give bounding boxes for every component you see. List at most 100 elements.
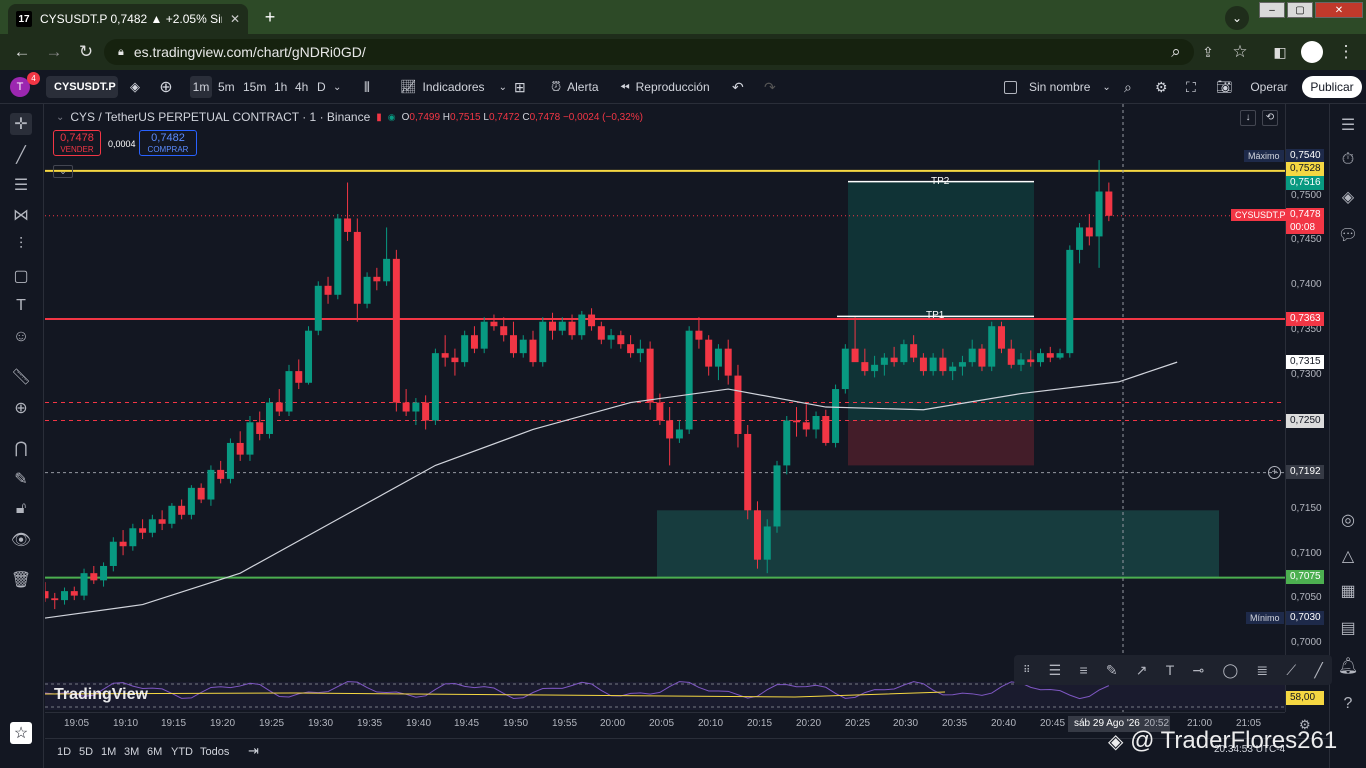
close-window-button[interactable]: ✕	[1315, 2, 1363, 18]
trade-button[interactable]: Operar	[1244, 76, 1294, 98]
sell-button[interactable]: 0,7478 VENDER	[53, 130, 101, 156]
target-icon[interactable]: ◎	[1337, 509, 1359, 531]
url-field[interactable]: 🔒︎ es.tradingview.com/chart/gNDRi0GD/	[104, 39, 1194, 65]
time-tick-label: 19:25	[259, 718, 285, 729]
chevron-down-icon[interactable]: ⌄	[56, 112, 64, 123]
range-1d[interactable]: 1D	[57, 746, 71, 758]
text-icon[interactable]: T	[1166, 662, 1175, 678]
scroll-to-end-icon[interactable]: ↓	[1240, 110, 1256, 126]
reload-icon[interactable]: ↻	[76, 42, 96, 62]
drag-handle-icon[interactable]: ⠿	[1023, 665, 1030, 676]
parallel-channel-icon[interactable]: ≡	[1079, 662, 1087, 678]
range-1m[interactable]: 1M	[101, 746, 116, 758]
redo-icon[interactable]: ↷	[764, 76, 776, 98]
browser-menu-icon[interactable]: ⋮	[1336, 42, 1356, 62]
brush-icon[interactable]: ✎	[1106, 662, 1118, 679]
candle-body	[236, 442, 244, 455]
range-ytd[interactable]: YTD	[171, 746, 193, 758]
shapes-icon[interactable]: ▢	[10, 265, 32, 287]
interval-4h[interactable]: 4h	[295, 76, 308, 98]
templates-icon[interactable]: ⊞	[514, 76, 526, 98]
favorites-star-icon[interactable]: ☆	[10, 722, 32, 744]
tab-search-icon[interactable]: ⌄	[1225, 6, 1249, 30]
price-chart[interactable]	[45, 104, 1285, 712]
sidebar-panel-icon[interactable]: ◧	[1270, 42, 1290, 62]
undo-icon[interactable]: ↶	[732, 76, 744, 98]
compare-symbol-icon[interactable]: ⊕	[155, 76, 177, 98]
ray-icon[interactable]: ⊸	[1193, 662, 1205, 679]
interval-dropdown-icon[interactable]: ⌄	[333, 76, 341, 98]
collapse-legend-icon[interactable]: ⌄	[53, 165, 73, 178]
alerts-clock-icon[interactable]: ⏱︎	[1337, 149, 1359, 171]
publish-button[interactable]: Publicar	[1302, 76, 1362, 98]
back-icon[interactable]: ←	[12, 42, 32, 62]
lines-icon[interactable]: ≣	[1256, 662, 1268, 679]
add-alert-plus-icon[interactable]: +	[1268, 466, 1281, 479]
favorite-symbol-icon[interactable]: ◈	[124, 76, 146, 98]
flag-icon[interactable]: ▮	[376, 112, 382, 123]
ideas-icon[interactable]: △	[1337, 545, 1359, 567]
emoji-icon[interactable]: ☺	[10, 326, 32, 348]
candle-body	[958, 362, 966, 367]
date-range-icon[interactable]: ⇥	[248, 743, 259, 759]
profile-avatar[interactable]	[1301, 41, 1323, 63]
notifications-bell-icon[interactable]: 🔔︎	[1337, 655, 1359, 677]
fullscreen-icon[interactable]: ⛶	[1186, 76, 1196, 98]
alert-button[interactable]: ⏰︎ Alerta	[551, 76, 599, 98]
forward-icon[interactable]: →	[44, 42, 64, 62]
zoom-icon[interactable]: ⌕	[1166, 42, 1186, 62]
candle-type-icon[interactable]: ⫴	[364, 76, 370, 98]
time-tick-label: 21:00	[1187, 718, 1213, 729]
crosshair-icon[interactable]: ✛	[10, 113, 32, 135]
trend-line-icon[interactable]: ╱	[10, 144, 32, 166]
replay-button[interactable]: ⏪︎ Reproducción	[620, 76, 710, 98]
browser-tab[interactable]: 17 CYSUSDT.P 0,7482 ▲ +2.05% Sin ✕	[8, 4, 248, 34]
notes-icon[interactable]: ▤	[1337, 617, 1359, 639]
layers-icon[interactable]: ◈	[1337, 186, 1359, 208]
layout-name-button[interactable]: Sin nombre ⌄	[1004, 76, 1111, 98]
segment-icon[interactable]: ⟋	[1286, 662, 1296, 679]
close-tab-icon[interactable]: ✕	[230, 12, 240, 26]
lock-drawing-icon[interactable]: ✎	[10, 468, 32, 490]
trend-icon[interactable]: ╱	[1314, 662, 1322, 679]
calendar-icon[interactable]: ▦	[1337, 580, 1359, 602]
horizontal-line-icon[interactable]: ☰	[1049, 662, 1062, 679]
settings-gear-icon[interactable]: ⚙︎	[1155, 76, 1168, 98]
reset-chart-icon[interactable]: ⟲	[1262, 110, 1278, 126]
interval-1h[interactable]: 1h	[274, 76, 287, 98]
interval-5m[interactable]: 5m	[218, 76, 235, 98]
pattern-icon[interactable]: ⋈	[10, 204, 32, 226]
forecast-icon[interactable]: ⫶	[10, 234, 32, 256]
range-3m[interactable]: 3M	[124, 746, 139, 758]
help-icon[interactable]: ?	[1337, 693, 1359, 715]
circle-icon[interactable]: ◯	[1222, 662, 1238, 679]
interval-1m[interactable]: 1m	[190, 76, 212, 98]
range-6m[interactable]: 6M	[147, 746, 162, 758]
path-icon[interactable]: ↗	[1136, 662, 1148, 679]
share-icon[interactable]: ⇪	[1198, 42, 1218, 62]
fib-retracement-icon[interactable]: ☰	[10, 174, 32, 196]
bookmark-star-icon[interactable]: ☆	[1230, 42, 1250, 62]
text-tool-icon[interactable]: T	[10, 295, 32, 317]
symbol-search[interactable]: CYSUSDT.P	[46, 76, 118, 98]
range-5d[interactable]: 5D	[79, 746, 93, 758]
eye-icon[interactable]: 👁︎	[10, 529, 32, 551]
snapshot-camera-icon[interactable]: 📷︎	[1216, 76, 1233, 98]
maximize-button[interactable]: ▢	[1287, 2, 1313, 18]
magnet-icon[interactable]: ⋂	[10, 437, 32, 459]
interval-d[interactable]: D	[317, 76, 326, 98]
lock-icon[interactable]: 🔓︎	[10, 498, 32, 520]
chat-icon[interactable]: 💬︎	[1337, 224, 1359, 246]
trash-icon[interactable]: 🗑︎	[10, 569, 32, 591]
watchlist-icon[interactable]: ☰	[1337, 114, 1359, 136]
indicators-button[interactable]: 📈︎ Indicadores ⌄	[400, 76, 507, 98]
new-tab-button[interactable]: +	[258, 6, 282, 28]
zoom-in-icon[interactable]: ⊕	[10, 397, 32, 419]
minimize-button[interactable]: –	[1259, 2, 1285, 18]
range-all[interactable]: Todos	[200, 746, 229, 758]
interval-15m[interactable]: 15m	[243, 76, 266, 98]
buy-button[interactable]: 0,7482 COMPRAR	[139, 130, 197, 156]
candle-body	[148, 519, 156, 533]
quick-search-icon[interactable]: ⌕	[1124, 76, 1132, 98]
ruler-icon[interactable]: 📏︎	[10, 366, 32, 388]
